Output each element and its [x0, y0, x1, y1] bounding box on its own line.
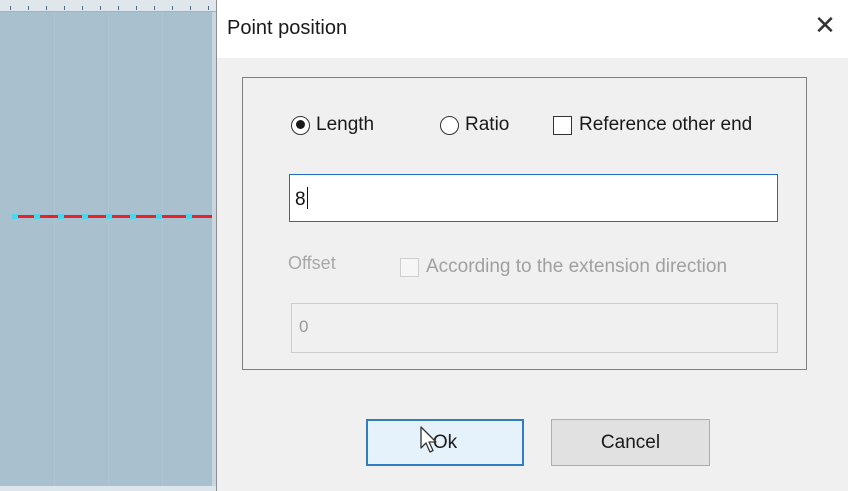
- extension-direction-option: According to the extension direction: [400, 252, 727, 282]
- offset-label: Offset: [288, 253, 336, 273]
- extension-direction-label: According to the extension direction: [426, 256, 728, 277]
- cancel-button[interactable]: Cancel: [551, 419, 710, 466]
- drawing-canvas[interactable]: [0, 0, 220, 491]
- length-radio-option[interactable]: Length: [291, 109, 374, 141]
- length-radio[interactable]: [291, 115, 310, 135]
- offset-input: 0: [291, 303, 778, 353]
- text-caret: [306, 187, 309, 209]
- line-point-marker: [82, 214, 88, 219]
- ratio-radio-label: Ratio: [465, 114, 510, 135]
- line-point-marker: [130, 214, 136, 219]
- point-position-dialog: Point position ✕ Length Ratio Reference …: [216, 0, 848, 491]
- reference-other-end-option[interactable]: Reference other end: [553, 109, 752, 141]
- length-input[interactable]: 8: [289, 174, 778, 222]
- horizontal-ruler: [0, 0, 216, 12]
- mouse-pointer-icon: [420, 426, 437, 453]
- reference-other-end-label: Reference other end: [579, 114, 753, 135]
- line-endpoint-marker[interactable]: [12, 214, 18, 219]
- line-point-marker: [34, 214, 40, 219]
- canvas-scrollbar[interactable]: [0, 486, 216, 491]
- options-group: Length Ratio Reference other end 8 Offse…: [242, 77, 807, 370]
- extension-direction-checkbox: [400, 257, 419, 277]
- length-radio-label: Length: [316, 114, 375, 135]
- offset-input-value: 0: [299, 317, 309, 336]
- dialog-title: Point position: [227, 17, 348, 39]
- close-icon[interactable]: ✕: [813, 13, 837, 39]
- dialog-titlebar[interactable]: Point position ✕: [217, 0, 848, 58]
- line-point-marker: [186, 214, 192, 219]
- line-point-marker: [106, 214, 112, 219]
- length-input-value: 8: [295, 189, 306, 210]
- line-point-marker: [156, 214, 162, 219]
- mode-options: Length Ratio Reference other end: [243, 109, 806, 141]
- ok-button[interactable]: Ok: [366, 419, 524, 466]
- ratio-radio-option[interactable]: Ratio: [440, 109, 509, 141]
- ratio-radio[interactable]: [440, 115, 459, 135]
- reference-other-end-checkbox[interactable]: [553, 115, 572, 135]
- line-point-marker: [58, 214, 64, 219]
